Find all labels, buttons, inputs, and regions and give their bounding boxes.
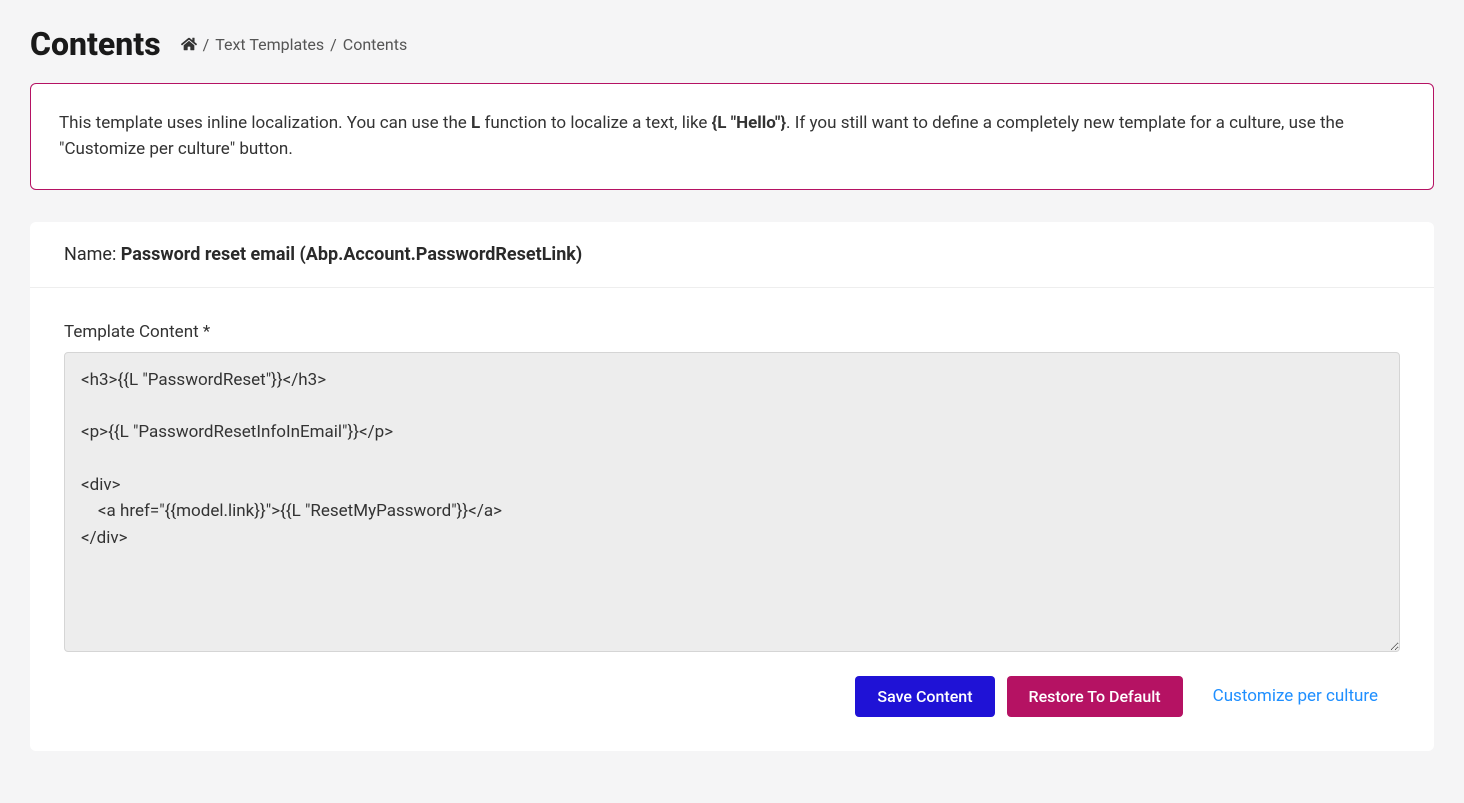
home-icon[interactable] [181,36,197,52]
breadcrumb: / Text Templates / Contents [181,35,408,54]
breadcrumb-separator: / [203,35,210,54]
breadcrumb-separator: / [330,35,337,54]
alert-text: This template uses inline localization. … [59,113,471,133]
breadcrumb-item-contents: Contents [343,35,407,54]
customize-per-culture-link[interactable]: Customize per culture [1213,686,1378,706]
alert-text: function to localize a text, like [480,113,711,133]
restore-default-button[interactable]: Restore To Default [1007,676,1183,717]
template-card: Name: Password reset email (Abp.Account.… [30,222,1434,751]
breadcrumb-item-text-templates[interactable]: Text Templates [215,35,324,54]
template-name-value: Password reset email (Abp.Account.Passwo… [121,244,582,265]
template-content-label: Template Content * [64,322,1400,342]
action-bar: Save Content Restore To Default Customiz… [64,676,1400,717]
card-header: Name: Password reset email (Abp.Account.… [30,222,1434,288]
card-body: Template Content * Save Content Restore … [30,288,1434,751]
save-content-button[interactable]: Save Content [855,676,994,717]
template-content-textarea[interactable] [64,352,1400,652]
page-header: Contents / Text Templates / Contents [30,25,1434,63]
template-name-label: Name: [64,244,121,265]
alert-example: {L "Hello"} [712,113,786,133]
page-title: Contents [30,25,161,63]
alert-l-func: L [471,113,480,133]
inline-localization-notice: This template uses inline localization. … [30,83,1434,190]
